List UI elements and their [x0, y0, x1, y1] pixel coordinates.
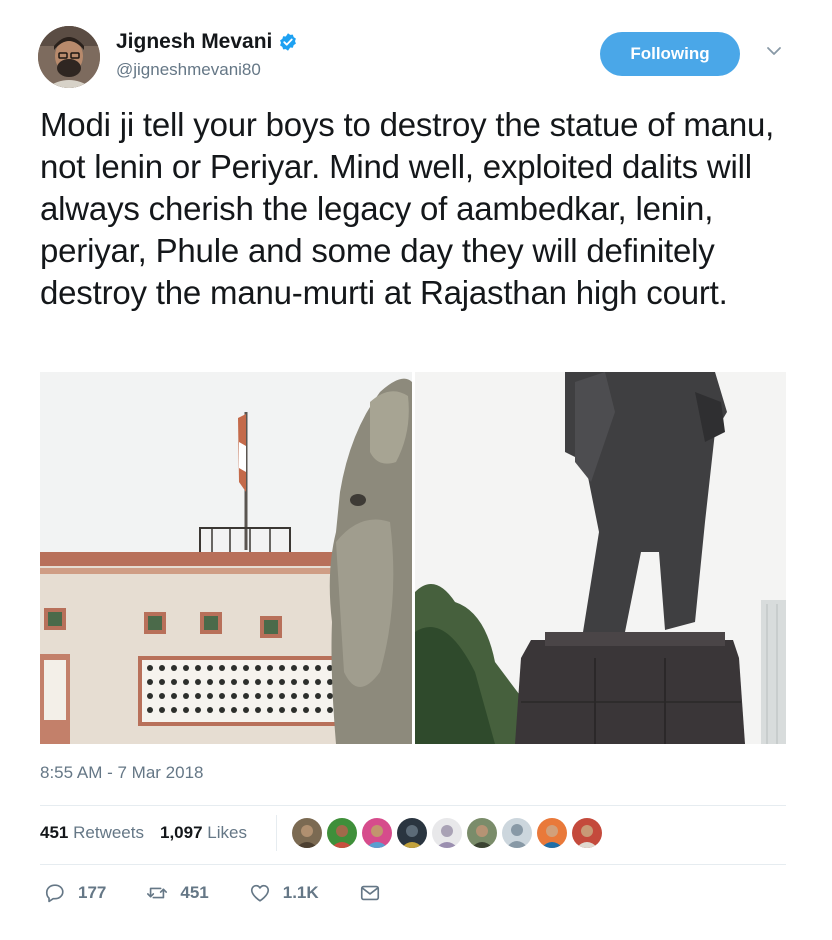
likes-label: Likes [207, 823, 247, 842]
direct-message-action[interactable] [359, 882, 381, 904]
tweet-text: Modi ji tell your boys to destroy the st… [40, 106, 775, 311]
avatar-image [38, 26, 100, 88]
photo-building-statue[interactable] [40, 372, 412, 744]
liker-avatar[interactable] [572, 818, 602, 848]
liker-avatar[interactable] [537, 818, 567, 848]
liker-avatar[interactable] [467, 818, 497, 848]
following-button[interactable]: Following [600, 32, 740, 76]
verified-badge-icon [280, 33, 297, 51]
author-handle[interactable]: @jigneshmevani80 [116, 60, 261, 80]
retweet-action[interactable]: 451 [146, 882, 209, 904]
liker-avatar-default[interactable] [502, 818, 532, 848]
envelope-icon [360, 885, 379, 901]
retweets-stat[interactable]: 451 Retweets [40, 823, 144, 843]
liker-avatar[interactable] [432, 818, 462, 848]
author-display-name[interactable]: Jignesh Mevani [116, 30, 272, 54]
engagement-stats: 451 Retweets 1,097 Likes [40, 823, 247, 843]
divider [40, 805, 786, 806]
retweet-icon [147, 887, 168, 899]
tweet-timestamp[interactable]: 8:55 AM - 7 Mar 2018 [40, 763, 203, 783]
tweet-media [40, 372, 786, 744]
lenin-photo-image [415, 372, 786, 744]
photo-lenin-statue[interactable] [415, 372, 786, 744]
retweet-count: 451 [180, 883, 209, 902]
reply-action[interactable]: 177 [44, 882, 106, 904]
likes-count: 1,097 [159, 823, 203, 842]
likes-stat[interactable]: 1,097 Likes [160, 823, 247, 843]
tweet-card: Jignesh Mevani @jigneshmevani80 Followin… [0, 0, 832, 940]
reply-count: 177 [78, 883, 107, 902]
liker-avatar[interactable] [397, 818, 427, 848]
retweets-label: Retweets [73, 823, 144, 842]
like-action[interactable]: 1.1K [249, 882, 319, 904]
like-count: 1.1K [282, 883, 319, 902]
liker-avatar[interactable] [327, 818, 357, 848]
liker-avatar[interactable] [362, 818, 392, 848]
stats-separator [276, 815, 277, 851]
heart-icon [250, 884, 269, 902]
liker-avatar[interactable] [292, 818, 322, 848]
divider [40, 864, 786, 865]
author-avatar[interactable] [38, 26, 100, 88]
chevron-down-icon[interactable] [763, 40, 785, 62]
liker-avatars [292, 818, 602, 848]
retweets-count: 451 [40, 823, 69, 842]
reply-icon [45, 884, 64, 903]
building-photo-image [40, 372, 412, 744]
tweet-actions: 177 451 1.1K [44, 882, 421, 904]
author-name-row[interactable]: Jignesh Mevani [116, 30, 298, 54]
